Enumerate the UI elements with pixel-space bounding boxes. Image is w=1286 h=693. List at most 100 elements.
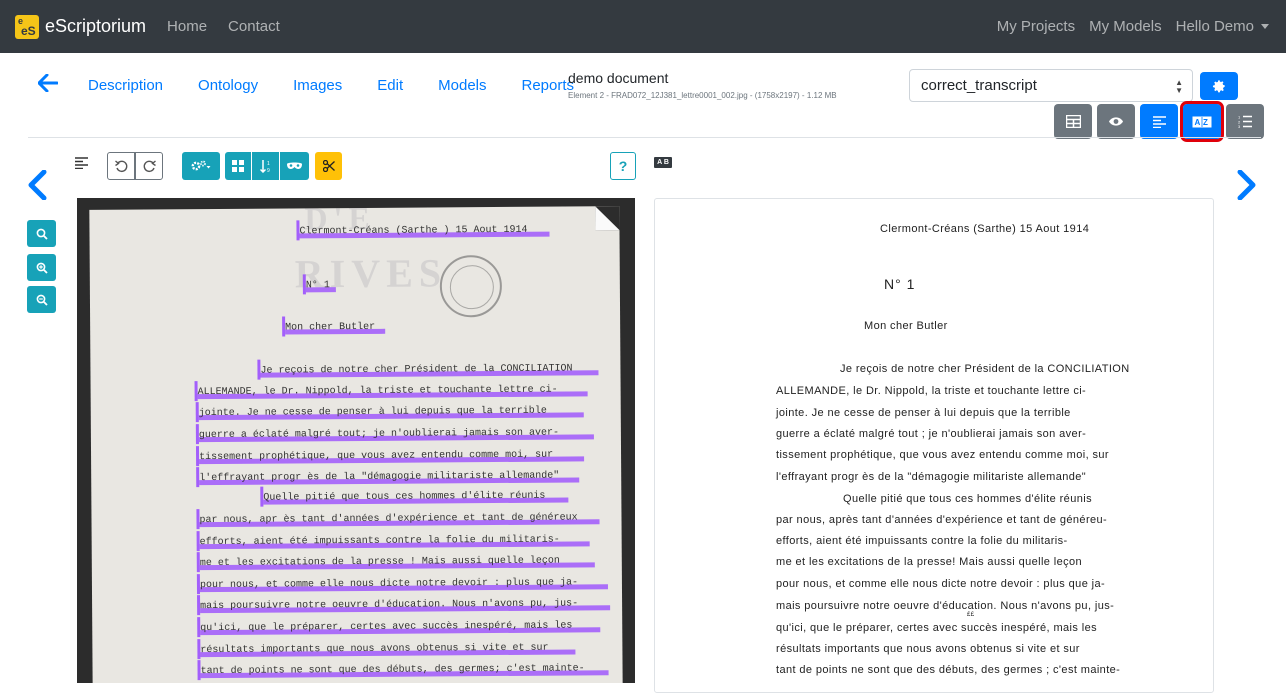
scissors-icon bbox=[322, 160, 335, 172]
transcription-line[interactable]: guerre a éclaté malgré tout ; je n'oubli… bbox=[776, 428, 1086, 440]
zoom-out-button[interactable] bbox=[27, 286, 56, 313]
redo-button[interactable] bbox=[135, 152, 163, 180]
segment-line[interactable]: Mon cher Butler bbox=[282, 316, 386, 337]
undo-button[interactable] bbox=[107, 152, 135, 180]
settings-button[interactable] bbox=[1200, 72, 1238, 100]
back-arrow-icon[interactable] bbox=[37, 72, 59, 98]
segment-line[interactable]: résultats importants que nous avons obte… bbox=[197, 639, 576, 660]
segment-line[interactable]: par nous, apr ès tant d'années d'expérie… bbox=[196, 509, 600, 530]
transcription-line[interactable]: me et les excitations de la presse! Mais… bbox=[776, 556, 1082, 568]
segment-line[interactable]: Quelle pitié que tous ces hommes d'élite… bbox=[260, 486, 569, 507]
mode-settings-dropdown[interactable] bbox=[182, 152, 220, 180]
header-divider bbox=[28, 137, 1261, 138]
view-segmentation-button[interactable] bbox=[1140, 104, 1178, 139]
previous-part-arrow-icon[interactable] bbox=[27, 169, 47, 209]
segment-line[interactable]: qu'ici, que le préparer, certes avec suc… bbox=[197, 617, 601, 638]
segment-line[interactable]: me et les excitations de la presse ! Mai… bbox=[196, 552, 595, 573]
view-transcription-button[interactable]: AZ bbox=[1180, 101, 1224, 142]
cogs-icon bbox=[191, 160, 211, 171]
transcription-line[interactable]: par nous, après tant d'années d'expérien… bbox=[776, 514, 1107, 526]
transcription-line[interactable]: pour nous, et comme elle nous dicte notr… bbox=[776, 578, 1105, 590]
zoom-in-icon bbox=[36, 262, 48, 274]
transcription-line[interactable]: efforts, aient été impuissants contre la… bbox=[776, 535, 1068, 547]
segment-line[interactable]: ALLEMANDE, le Dr. Nippold, la triste et … bbox=[194, 381, 588, 402]
view-text-list-button[interactable]: 123 bbox=[1226, 104, 1264, 139]
document-image-panel[interactable]: D'E RIVES Clermont-Créans (Sarthe ) 15 A… bbox=[77, 198, 635, 683]
tab-edit[interactable]: Edit bbox=[377, 77, 403, 94]
transcription-select-value: correct_transcript bbox=[921, 77, 1037, 94]
next-part-arrow-icon[interactable] bbox=[1237, 169, 1257, 209]
nav-contact-link[interactable]: Contact bbox=[228, 18, 280, 35]
transcription-line[interactable]: qu'ici, que le préparer, certes avec suc… bbox=[776, 622, 1097, 634]
transcription-line[interactable]: Clermont-Créans (Sarthe) 15 Aout 1914 bbox=[880, 223, 1089, 235]
brand[interactable]: e eS eScriptorium bbox=[15, 14, 147, 39]
page-fold bbox=[595, 206, 620, 231]
segment-line[interactable]: l'effrayant progr ès de la "démagogie mi… bbox=[196, 467, 580, 488]
segment-line[interactable]: tissement prophétique, que vous avez ent… bbox=[195, 446, 585, 467]
help-button[interactable]: ? bbox=[610, 152, 636, 180]
grid-icon bbox=[232, 160, 244, 172]
segment-line[interactable]: guerre a éclaté malgré tout; je n'oublie… bbox=[195, 424, 594, 445]
mask-icon bbox=[287, 162, 302, 169]
transcription-panel-icon: A B bbox=[654, 157, 672, 168]
zoom-in-button[interactable] bbox=[27, 254, 56, 281]
nav-my-models-link[interactable]: My Models bbox=[1089, 18, 1162, 35]
text-direction-icon: AZ bbox=[1192, 116, 1212, 127]
transcription-line[interactable]: tant de points ne sont que des débuts, d… bbox=[776, 664, 1120, 676]
segment-line[interactable]: jointe. Je ne cesse de penser à lui depu… bbox=[195, 402, 584, 423]
transcription-line[interactable]: l'effrayant progr ès de la "démagogie mi… bbox=[776, 471, 1086, 483]
tab-images[interactable]: Images bbox=[293, 77, 342, 94]
svg-text:1: 1 bbox=[267, 161, 270, 167]
sort-order-icon: 19 bbox=[259, 159, 270, 173]
ordered-list-icon: 123 bbox=[1238, 115, 1252, 128]
zoom-out-icon bbox=[36, 294, 48, 306]
archives-stamp-icon bbox=[439, 254, 503, 318]
transcription-line[interactable]: résultats importants que nous avons obte… bbox=[776, 643, 1080, 655]
user-menu-dropdown[interactable]: Hello Demo bbox=[1176, 18, 1254, 35]
cut-tool-button[interactable] bbox=[315, 152, 342, 180]
toggle-masks-button[interactable] bbox=[280, 152, 309, 180]
caret-down-icon[interactable] bbox=[1261, 24, 1269, 29]
nav-home-link[interactable]: Home bbox=[167, 18, 207, 35]
undo-icon bbox=[114, 159, 127, 172]
tab-reports[interactable]: Reports bbox=[522, 77, 575, 94]
segment-line[interactable]: mais poursuivre notre oeuvre d'éducation… bbox=[197, 595, 611, 616]
tab-ontology[interactable]: Ontology bbox=[198, 77, 258, 94]
transcription-line[interactable]: mais poursuivre notre oeuvre d'éducation… bbox=[776, 600, 1114, 612]
escriptorium-logo-icon: e eS bbox=[15, 14, 39, 39]
transcription-line[interactable]: Quelle pitié que tous ces hommes d'élite… bbox=[843, 493, 1092, 505]
segment-line[interactable]: efforts, aient été impuissants contre la… bbox=[196, 531, 590, 552]
transcription-line[interactable]: Je reçois de notre cher Président de la … bbox=[840, 363, 1130, 375]
select-arrows-icon: ▲ ▼ bbox=[1175, 78, 1183, 95]
transcription-line[interactable]: tissement prophétique, que vous avez ent… bbox=[776, 449, 1109, 461]
zoom-reset-button[interactable] bbox=[27, 220, 56, 247]
tab-models[interactable]: Models bbox=[438, 77, 486, 94]
transcription-line[interactable]: N° 1 bbox=[884, 276, 915, 292]
transcription-line[interactable]: ALLEMANDE, le Dr. Nippold, la triste et … bbox=[776, 385, 1086, 397]
segment-line[interactable]: pour nous, et comme elle nous dicte notr… bbox=[196, 574, 608, 595]
view-table-button[interactable] bbox=[1054, 104, 1092, 139]
transcription-panel: Clermont-Créans (Sarthe) 15 Aout 1914 N°… bbox=[654, 198, 1214, 693]
segment-line[interactable]: N° 1 bbox=[302, 274, 336, 295]
nav-my-projects-link[interactable]: My Projects bbox=[997, 18, 1075, 35]
transcription-line[interactable]: Mon cher Butler bbox=[864, 320, 948, 332]
segmentation-panel-toggle-icon[interactable] bbox=[75, 156, 88, 174]
view-image-button[interactable] bbox=[1097, 104, 1135, 139]
toggle-regions-button[interactable] bbox=[225, 152, 251, 180]
document-tabs: Description Ontology Images Edit Models … bbox=[88, 77, 609, 94]
segment-line[interactable]: tant de points ne sont que des débuts, d… bbox=[197, 660, 609, 681]
segment-line[interactable]: Clermont-Créans (Sarthe ) 15 Aout 1914 bbox=[296, 220, 550, 241]
tab-description[interactable]: Description bbox=[88, 77, 163, 94]
transcription-annotation: ££ bbox=[967, 612, 975, 618]
align-left-icon bbox=[1152, 115, 1166, 128]
brand-name: eScriptorium bbox=[45, 16, 147, 36]
table-icon bbox=[1065, 115, 1081, 128]
document-meta: Element 2 - FRAD072_12J381_lettre0001_00… bbox=[568, 91, 837, 100]
logo-letters: eS bbox=[21, 23, 36, 38]
svg-text:A: A bbox=[1195, 118, 1201, 127]
transcription-line[interactable]: jointe. Je ne cesse de penser à lui depu… bbox=[776, 407, 1071, 419]
nav-right: My Projects My Models Hello Demo bbox=[983, 0, 1286, 53]
transcription-select[interactable]: correct_transcript ▲ ▼ bbox=[909, 69, 1193, 102]
segment-line[interactable]: Je reçois de notre cher Président de la … bbox=[257, 359, 599, 380]
toggle-ordering-button[interactable]: 19 bbox=[252, 152, 279, 180]
